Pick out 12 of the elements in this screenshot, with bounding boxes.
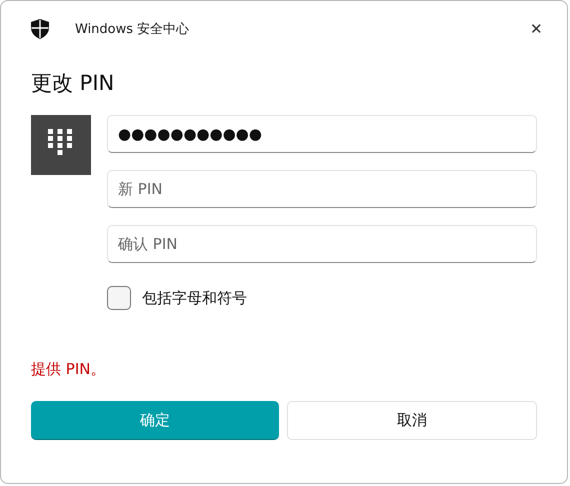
cancel-button[interactable]: 取消	[287, 401, 537, 440]
pin-field[interactable]: ●●●●●●●●●●●	[107, 115, 537, 153]
window-title: Windows 安全中心	[75, 21, 190, 38]
pin-field[interactable]: 新 PIN	[107, 170, 537, 208]
error-message: 提供 PIN。	[31, 360, 106, 379]
dialog-heading: 更改 PIN	[31, 70, 116, 97]
pin-field[interactable]: 确认 PIN	[107, 225, 537, 263]
shield-icon	[31, 19, 49, 39]
keypad-icon	[31, 115, 91, 175]
close-button[interactable]: ✕	[520, 14, 553, 44]
checkbox[interactable]	[107, 286, 131, 310]
checkbox-label: 包括字母和符号	[142, 288, 247, 308]
